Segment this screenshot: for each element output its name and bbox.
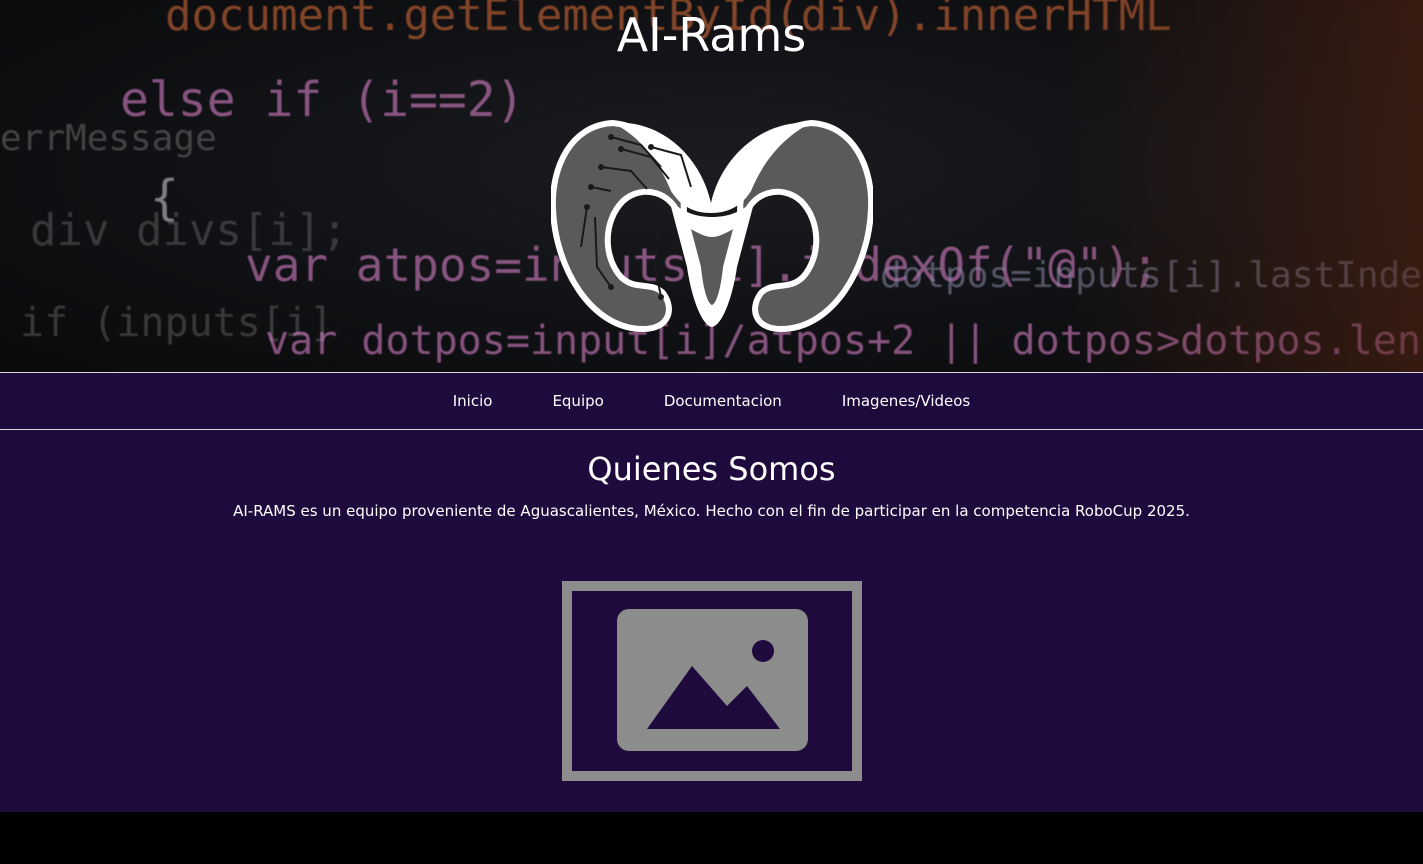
- section-heading: Quienes Somos: [587, 450, 836, 488]
- section-description: AI-RAMS es un equipo proveniente de Agua…: [233, 502, 1190, 520]
- site-title: AI-Rams: [616, 8, 807, 62]
- ram-head-circuit-logo-icon: [551, 119, 873, 333]
- nav-link-equipo[interactable]: Equipo: [552, 392, 603, 410]
- main-navigation: Inicio Equipo Documentacion Imagenes/Vid…: [0, 372, 1423, 430]
- nav-link-documentacion[interactable]: Documentacion: [664, 392, 782, 410]
- code-line: errMessage: [0, 118, 217, 159]
- nav-link-imagenes-videos[interactable]: Imagenes/Videos: [842, 392, 970, 410]
- nav-link-inicio[interactable]: Inicio: [453, 392, 493, 410]
- about-section: Quienes Somos AI-RAMS es un equipo prove…: [0, 430, 1423, 812]
- image-placeholder-icon: [562, 581, 862, 781]
- hero-banner: document.getElementById(div).innerHTML e…: [0, 0, 1423, 372]
